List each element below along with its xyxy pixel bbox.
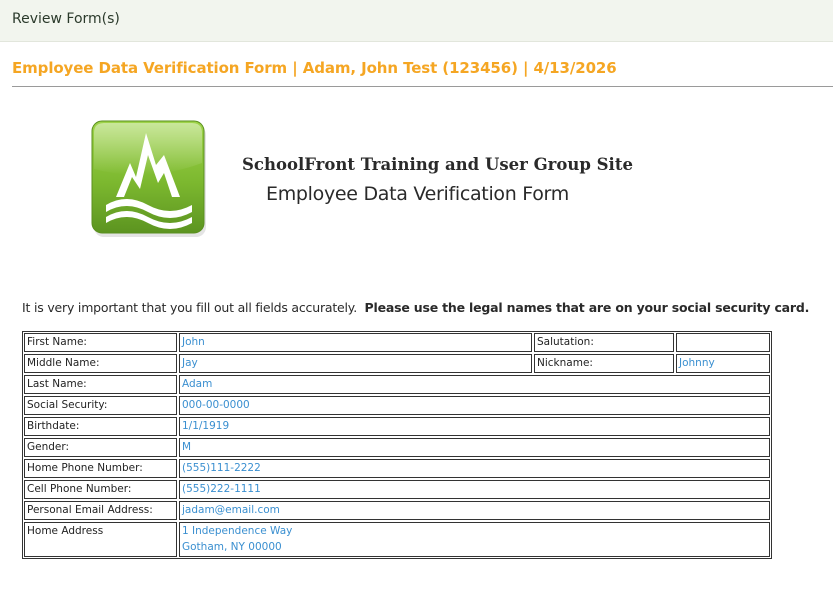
middle-name-label: Middle Name: — [24, 354, 177, 373]
table-row: Social Security: 000-00-0000 — [24, 396, 770, 415]
instructions-text: It is very important that you fill out a… — [22, 300, 357, 315]
table-row: Last Name: Adam — [24, 375, 770, 394]
middle-name-field[interactable]: Jay — [179, 354, 532, 373]
address-line-2: Gotham, NY 00000 — [182, 541, 282, 553]
home-phone-field[interactable]: (555)111-2222 — [179, 459, 770, 478]
table-row: First Name: John Salutation: — [24, 333, 770, 352]
page-title: Review Form(s) — [12, 11, 120, 27]
table-row: Middle Name: Jay Nickname: Johnny — [24, 354, 770, 373]
table-row: Cell Phone Number: (555)222-1111 — [24, 480, 770, 499]
email-field[interactable]: jadam@email.com — [179, 501, 770, 520]
cell-phone-label: Cell Phone Number: — [24, 480, 177, 499]
instructions: It is very important that you fill out a… — [22, 300, 809, 315]
ssn-field[interactable]: 000-00-0000 — [179, 396, 770, 415]
address-line-1: 1 Independence Way — [182, 525, 293, 537]
last-name-field[interactable]: Adam — [179, 375, 770, 394]
nickname-label: Nickname: — [534, 354, 674, 373]
salutation-label: Salutation: — [534, 333, 674, 352]
table-row: Birthdate: 1/1/1919 — [24, 417, 770, 436]
first-name-field[interactable]: John — [179, 333, 532, 352]
gender-field[interactable]: M — [179, 438, 770, 457]
home-address-label: Home Address — [24, 522, 177, 557]
salutation-field[interactable] — [676, 333, 770, 352]
email-label: Personal Email Address: — [24, 501, 177, 520]
top-bar: Review Form(s) — [0, 0, 833, 42]
table-row: Home Phone Number: (555)111-2222 — [24, 459, 770, 478]
home-phone-label: Home Phone Number: — [24, 459, 177, 478]
ssn-label: Social Security: — [24, 396, 177, 415]
first-name-label: First Name: — [24, 333, 177, 352]
employee-data-table: First Name: John Salutation: Middle Name… — [22, 331, 772, 559]
organization-name: SchoolFront Training and User Group Site — [242, 155, 633, 174]
gender-label: Gender: — [24, 438, 177, 457]
home-address-field[interactable]: 1 Independence Way Gotham, NY 00000 — [179, 522, 770, 557]
table-row: Home Address 1 Independence Way Gotham, … — [24, 522, 770, 557]
heading-divider — [12, 86, 833, 87]
birthdate-field[interactable]: 1/1/1919 — [179, 417, 770, 436]
table-row: Gender: M — [24, 438, 770, 457]
form-heading: Employee Data Verification Form | Adam, … — [12, 59, 617, 77]
mountain-book-logo-icon — [91, 120, 206, 237]
instructions-bold-text: Please use the legal names that are on y… — [364, 300, 810, 315]
nickname-field[interactable]: Johnny — [676, 354, 770, 373]
last-name-label: Last Name: — [24, 375, 177, 394]
form-title: Employee Data Verification Form — [266, 183, 569, 205]
cell-phone-field[interactable]: (555)222-1111 — [179, 480, 770, 499]
birthdate-label: Birthdate: — [24, 417, 177, 436]
table-row: Personal Email Address: jadam@email.com — [24, 501, 770, 520]
